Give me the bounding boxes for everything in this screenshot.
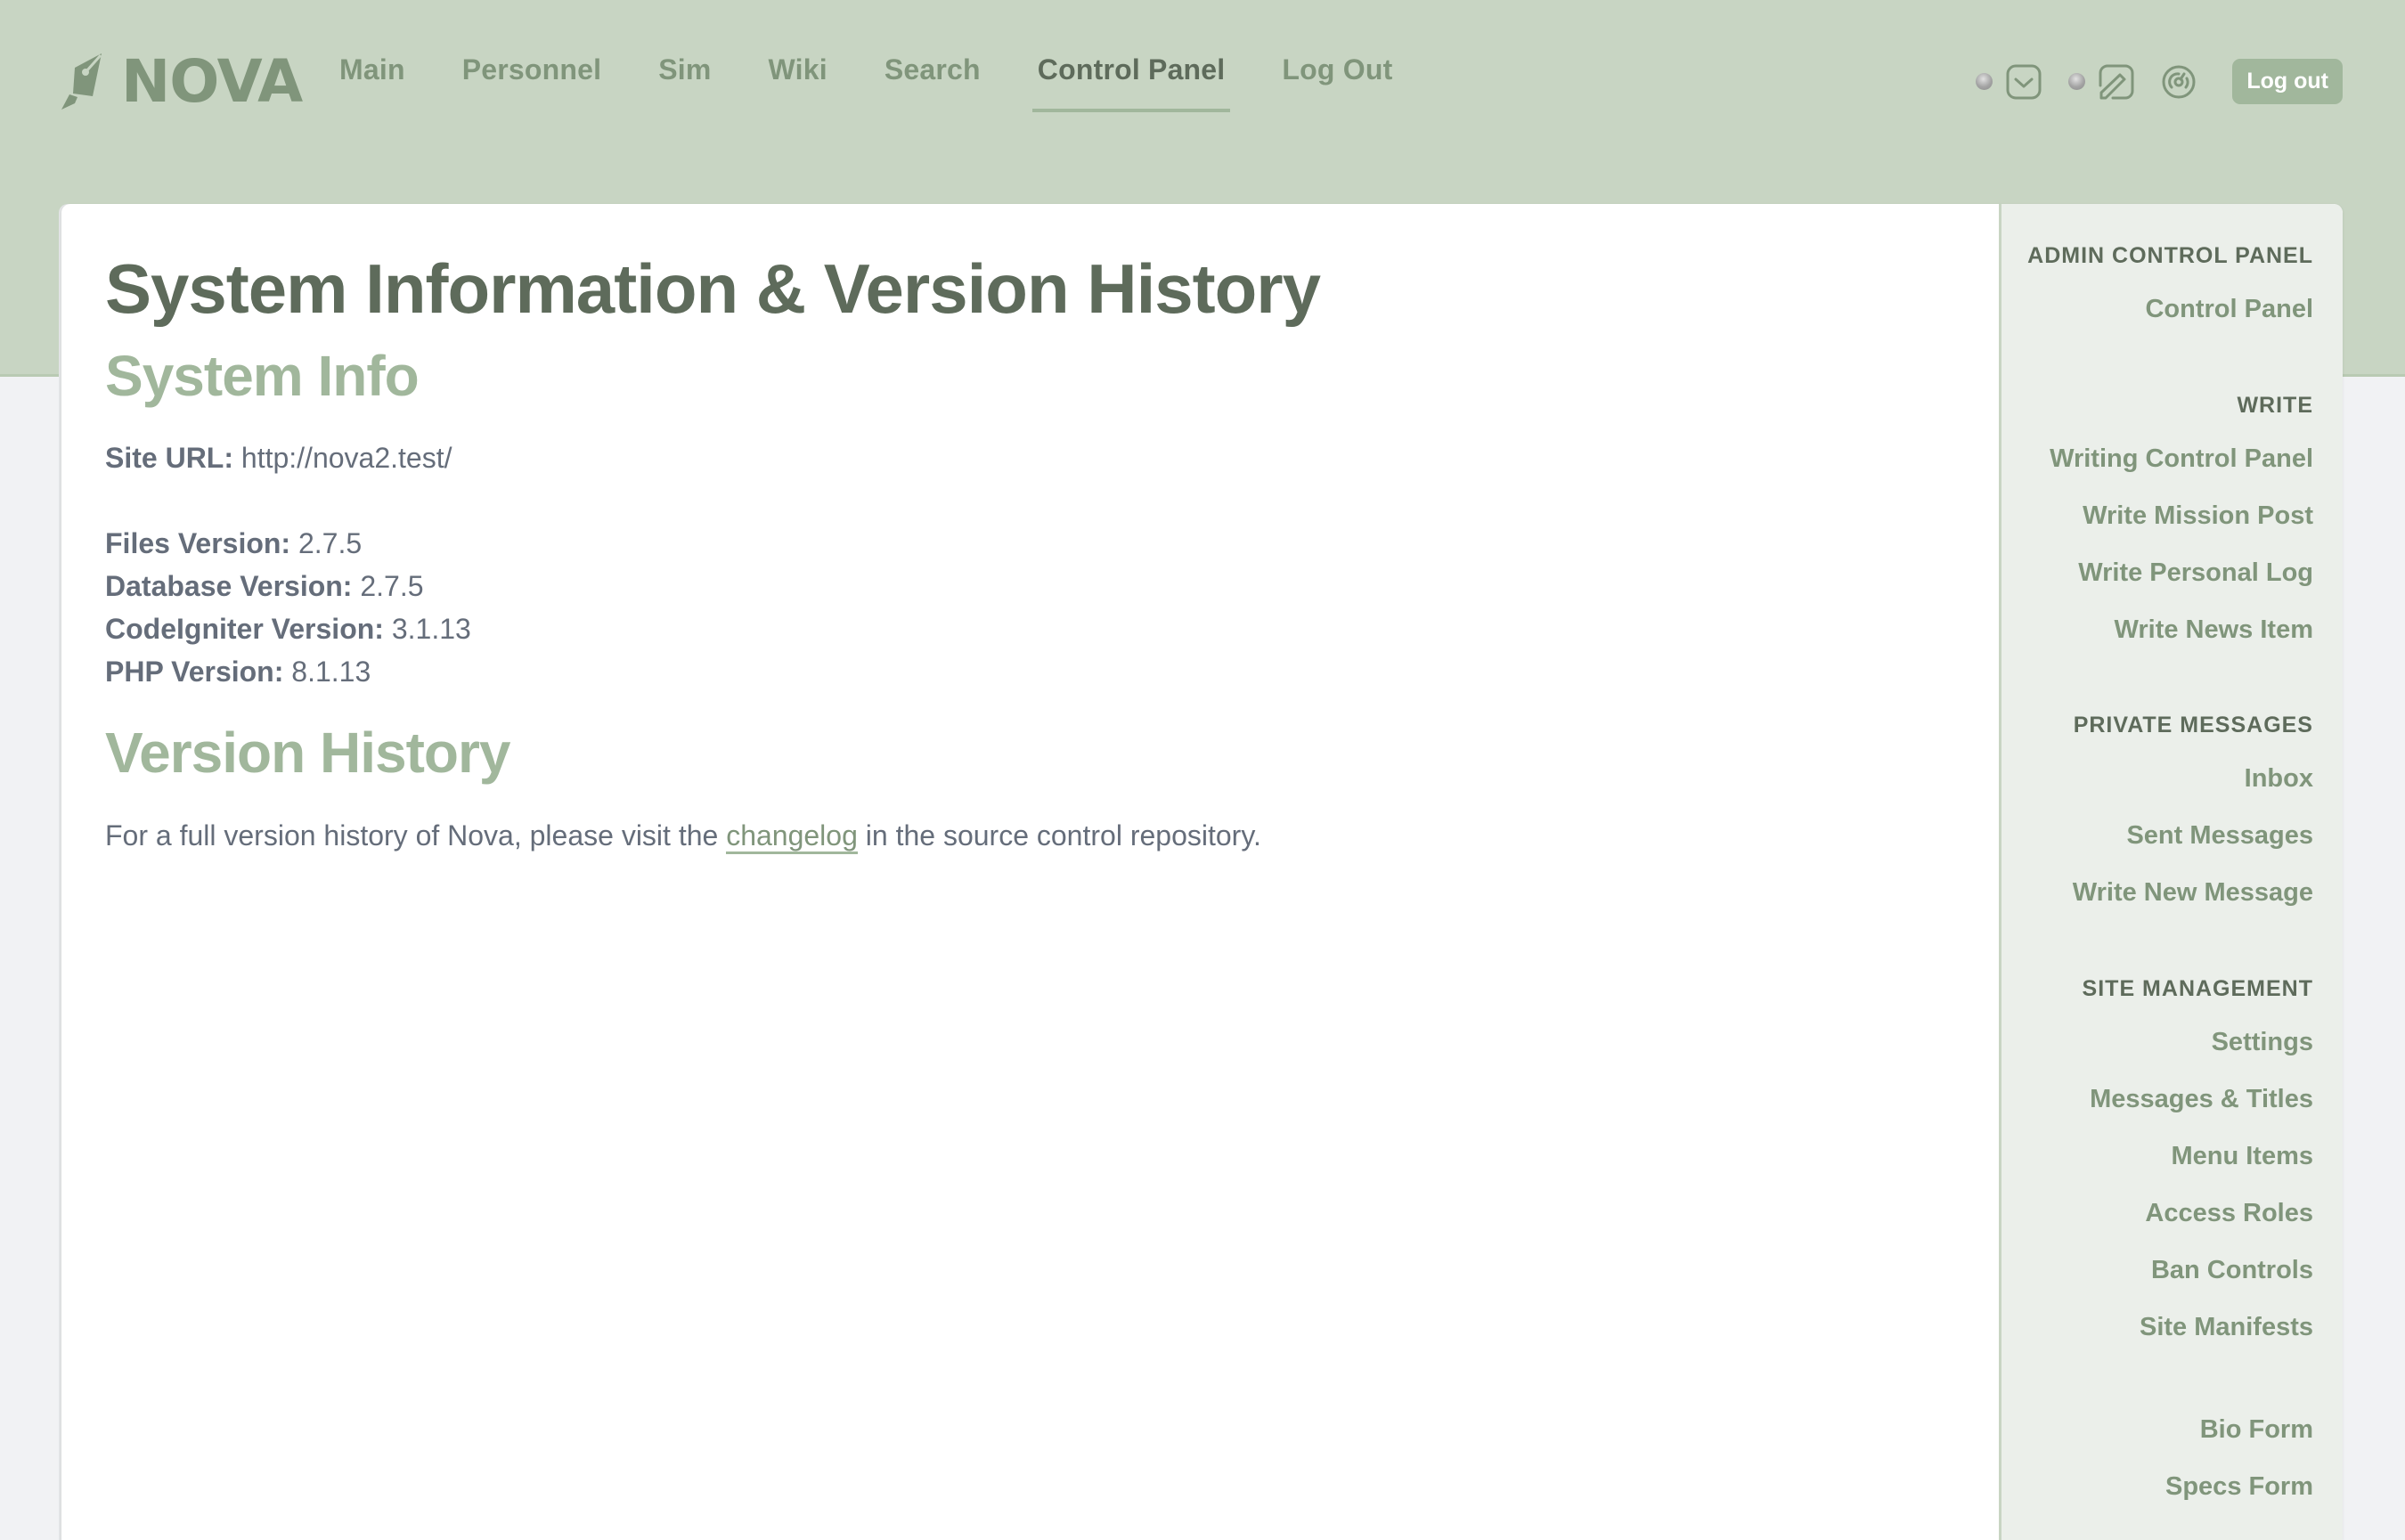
sidebar-heading: ADMIN CONTROL PANEL (2027, 243, 2313, 268)
sidebar-item-write-personal-log[interactable]: Write Personal Log (2050, 557, 2313, 614)
version-history-text: For a full version history of Nova, plea… (105, 819, 1261, 854)
nav-sim[interactable]: Sim (658, 53, 711, 104)
nav-log-out[interactable]: Log Out (1282, 53, 1392, 104)
nav-main[interactable]: Main (339, 53, 405, 104)
codeigniter-version-value: 3.1.13 (391, 613, 471, 645)
sidebar-item-control-panel[interactable]: Control Panel (2027, 293, 2313, 350)
php-version-row: PHP Version: 8.1.13 (105, 656, 371, 689)
database-version-label: Database Version: (105, 570, 353, 602)
admin-sidebar: ADMIN CONTROL PANEL Control Panel WRITE … (1999, 204, 2343, 1540)
sidebar-item-settings[interactable]: Settings (2083, 1026, 2313, 1083)
sidebar-heading: PRIVATE MESSAGES (2073, 713, 2313, 737)
sidebar-item-bio-form[interactable]: Bio Form (2165, 1414, 2313, 1471)
sidebar-item-messages-titles[interactable]: Messages & Titles (2083, 1083, 2313, 1140)
write-status-indicator (2068, 73, 2086, 90)
inbox-icon[interactable] (2006, 64, 2042, 100)
database-version-value: 2.7.5 (360, 570, 424, 602)
nav-wiki[interactable]: Wiki (769, 53, 827, 104)
site-url-row: Site URL: http://nova2.test/ (105, 442, 452, 475)
changelog-link[interactable]: changelog (726, 819, 858, 854)
sidebar-group-admin: ADMIN CONTROL PANEL Control Panel (2027, 240, 2313, 350)
php-version-label: PHP Version: (105, 656, 284, 688)
files-version-row: Files Version: 2.7.5 (105, 527, 362, 560)
sidebar-heading: SITE MANAGEMENT (2082, 976, 2313, 1001)
sidebar-item-access-roles[interactable]: Access Roles (2083, 1197, 2313, 1254)
sidebar-item-write-mission-post[interactable]: Write Mission Post (2050, 500, 2313, 557)
sidebar-item-specs-form[interactable]: Specs Form (2165, 1471, 2313, 1528)
sidebar-item-sent-messages[interactable]: Sent Messages (2073, 819, 2313, 876)
codeigniter-version-row: CodeIgniter Version: 3.1.13 (105, 613, 471, 646)
sidebar-group-forms: Bio Form Specs Form (2165, 1414, 2313, 1528)
nav-search[interactable]: Search (885, 53, 981, 104)
sidebar-heading: WRITE (2237, 393, 2313, 418)
site-url-value: http://nova2.test/ (240, 442, 452, 474)
sidebar-group-site-management: SITE MANAGEMENT Settings Messages & Titl… (2083, 973, 2313, 1368)
nav-personnel[interactable]: Personnel (462, 53, 602, 104)
message-status-indicator (1976, 73, 1993, 90)
logo-text: NOVA (121, 46, 303, 116)
files-version-label: Files Version: (105, 527, 291, 559)
sidebar-item-write-news-item[interactable]: Write News Item (2050, 614, 2313, 671)
top-navigation-bar: NOVA Main Personnel Sim Wiki Search Cont… (0, 0, 2405, 160)
main-nav: Main Personnel Sim Wiki Search Control P… (339, 53, 1449, 112)
nav-control-panel[interactable]: Control Panel (1031, 53, 1231, 112)
php-version-value: 8.1.13 (291, 656, 371, 688)
pen-nib-icon (61, 53, 102, 110)
database-version-row: Database Version: 2.7.5 (105, 570, 424, 603)
files-version-value: 2.7.5 (298, 527, 363, 559)
system-info-heading: System Info (105, 344, 420, 408)
user-tools: Log out (1976, 59, 2343, 104)
sidebar-item-ban-controls[interactable]: Ban Controls (2083, 1254, 2313, 1311)
history-text-after: in the source control repository. (865, 819, 1261, 851)
version-history-heading: Version History (105, 721, 510, 785)
sidebar-item-writing-control-panel[interactable]: Writing Control Panel (2050, 443, 2313, 500)
history-text-before: For a full version history of Nova, plea… (105, 819, 719, 851)
sidebar-group-write: WRITE Writing Control Panel Write Missio… (2050, 389, 2313, 671)
content-card: System Information & Version History Sys… (61, 204, 2343, 1540)
pencil-square-icon[interactable] (2099, 64, 2134, 100)
sidebar-item-menu-items[interactable]: Menu Items (2083, 1140, 2313, 1197)
sidebar-item-write-new-message[interactable]: Write New Message (2073, 876, 2313, 933)
sidebar-item-site-manifests[interactable]: Site Manifests (2083, 1311, 2313, 1368)
sidebar-group-private-messages: PRIVATE MESSAGES Inbox Sent Messages Wri… (2073, 709, 2313, 933)
nova-logo[interactable]: NOVA (61, 47, 303, 116)
gauge-icon[interactable] (2161, 64, 2197, 100)
sidebar-item-inbox[interactable]: Inbox (2073, 762, 2313, 819)
codeigniter-version-label: CodeIgniter Version: (105, 613, 384, 645)
page-title: System Information & Version History (105, 249, 1321, 328)
logout-button[interactable]: Log out (2232, 59, 2343, 104)
main-content: System Information & Version History Sys… (61, 204, 1999, 1540)
site-url-label: Site URL: (105, 442, 233, 474)
